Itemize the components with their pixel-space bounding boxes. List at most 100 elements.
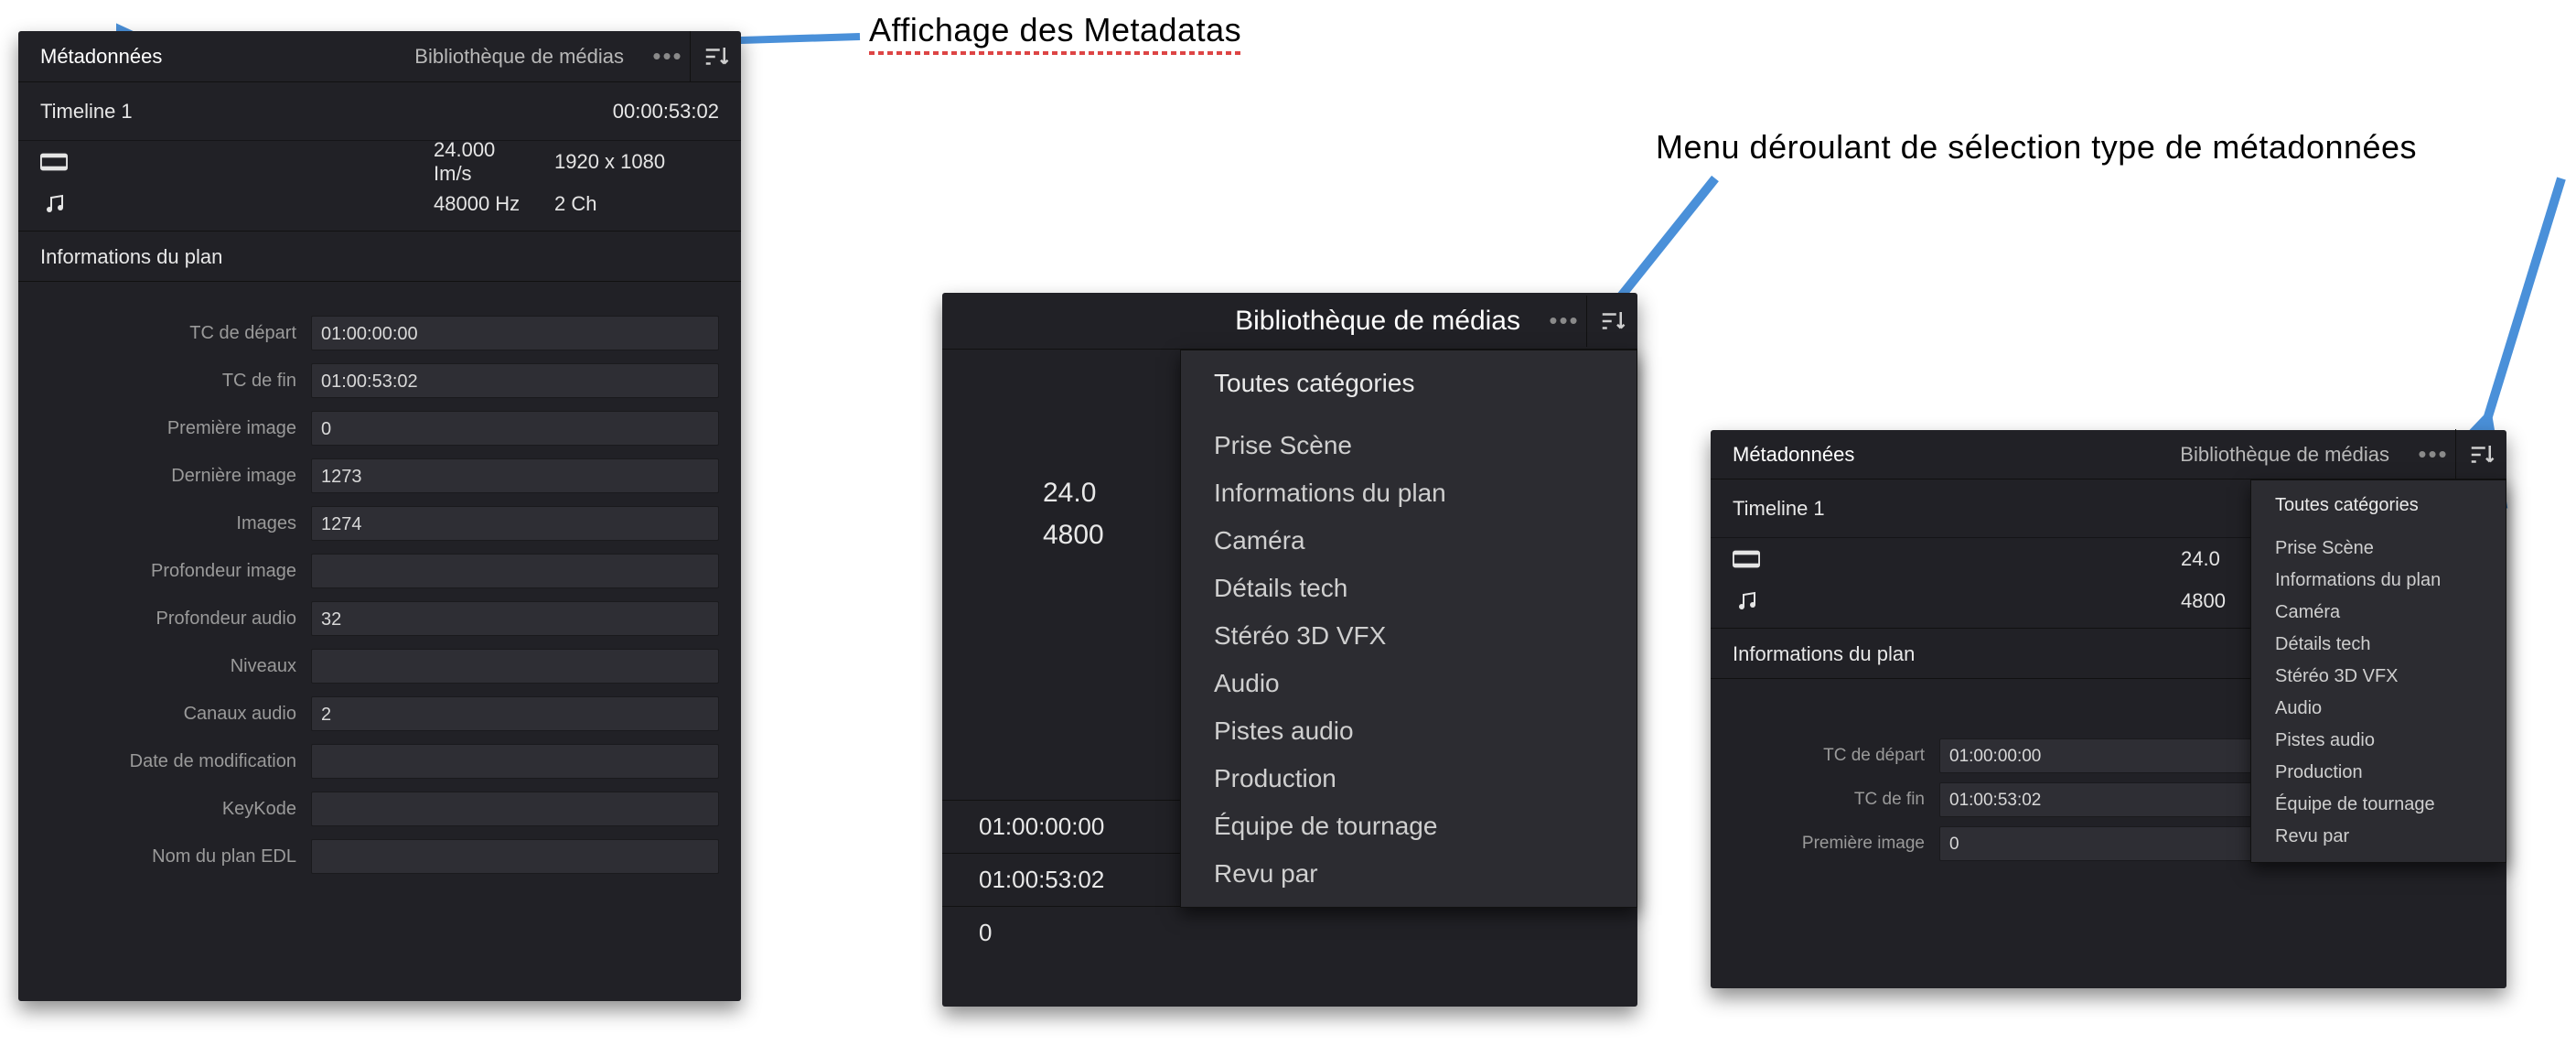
menu-item-all[interactable]: Toutes catégories [2251, 490, 2506, 522]
menu-item-stereo-vfx[interactable]: Stéréo 3D VFX [1181, 612, 1637, 660]
menu-item-clip-info[interactable]: Informations du plan [1181, 469, 1637, 517]
field-frames: Images1274 [18, 500, 741, 547]
fields-list: TC de départ01:00:00:00 TC de fin01:00:5… [18, 282, 741, 880]
field-value[interactable] [311, 554, 719, 588]
sort-icon [2468, 441, 2496, 469]
metadata-panel-a: Métadonnées Bibliothèque de médias ••• T… [18, 31, 741, 1001]
field-label: Première image [1711, 834, 1939, 854]
menu-item-reviewed-by[interactable]: Revu par [1181, 850, 1637, 898]
sort-dropdown-button[interactable] [1586, 296, 1637, 347]
music-icon [1733, 590, 1787, 612]
menu-item-tech-details[interactable]: Détails tech [1181, 565, 1637, 612]
panel-header: Métadonnées Bibliothèque de médias ••• [1711, 430, 2506, 479]
field-label: TC de départ [1711, 746, 1939, 766]
field-image-depth: Profondeur image [18, 547, 741, 595]
field-value[interactable]: 1274 [311, 506, 719, 541]
metadata-panel-b: Bibliothèque de médias ••• 24.0 4800 01:… [942, 293, 1637, 1007]
field-value[interactable]: 0 [311, 411, 719, 446]
field-value[interactable]: 2 [311, 696, 719, 731]
menu-item-clip-info[interactable]: Informations du plan [2251, 565, 2506, 597]
field-label: TC de fin [18, 371, 311, 392]
menu-item-audio[interactable]: Audio [2251, 693, 2506, 725]
tab-media-library[interactable]: Bibliothèque de médias [1213, 296, 1542, 347]
field-label: Nom du plan EDL [18, 846, 311, 867]
menu-item-audio-tracks[interactable]: Pistes audio [1181, 707, 1637, 755]
annotation-text: Menu déroulant de sélection type de méta… [1656, 128, 2417, 166]
annotation-display-metadata: Affichage des Metadatas [869, 11, 1241, 55]
panel-header: Bibliothèque de médias ••• [942, 293, 1637, 350]
menu-item-stereo-vfx[interactable]: Stéréo 3D VFX [2251, 661, 2506, 693]
field-value[interactable] [311, 792, 719, 826]
n-value: 0 [942, 919, 992, 947]
field-label: Images [18, 513, 311, 534]
field-label: Niveaux [18, 656, 311, 677]
video-info-row: 24.000 Im/s 1920 x 1080 [18, 141, 741, 183]
field-label: Date de modification [18, 751, 311, 772]
field-label: Première image [18, 418, 311, 439]
field-value[interactable]: 32 [311, 601, 719, 636]
field-label: Dernière image [18, 466, 311, 487]
field-label: KeyKode [18, 799, 311, 820]
metadata-panel-c: Métadonnées Bibliothèque de médias ••• T… [1711, 430, 2506, 988]
menu-item-shot-scene[interactable]: Prise Scène [2251, 533, 2506, 565]
tab-media-library[interactable]: Bibliothèque de médias [2158, 429, 2411, 480]
timeline-name: Timeline 1 [40, 100, 133, 124]
field-label: Profondeur image [18, 561, 311, 582]
timeline-name: Timeline 1 [1733, 497, 1825, 521]
menu-item-camera[interactable]: Caméra [1181, 517, 1637, 565]
field-label: TC de départ [18, 323, 311, 344]
annotation-underline [869, 51, 1241, 55]
menu-item-shot-scene[interactable]: Prise Scène [1181, 422, 1637, 469]
field-label: Profondeur audio [18, 609, 311, 630]
sort-icon [703, 43, 730, 70]
field-value[interactable] [311, 744, 719, 779]
timeline-summary-row: Timeline 1 00:00:53:02 [18, 82, 741, 141]
row-n: 0 [942, 906, 1637, 959]
tab-metadata[interactable]: Métadonnées [18, 31, 184, 82]
menu-item-audio[interactable]: Audio [1181, 660, 1637, 707]
metadata-category-menu: Toutes catégories Prise Scène Informatio… [1180, 350, 1637, 908]
field-label: Canaux audio [18, 704, 311, 725]
field-tc-end: TC de fin01:00:53:02 [18, 357, 741, 404]
film-icon [1733, 548, 1787, 570]
field-label: TC de fin [1711, 790, 1939, 810]
field-audio-channels: Canaux audio2 [18, 690, 741, 738]
menu-item-camera[interactable]: Caméra [2251, 597, 2506, 629]
tc-value: 01:00:00:00 [942, 813, 1143, 841]
sort-dropdown-button[interactable] [690, 31, 741, 82]
field-tc-start: TC de départ01:00:00:00 [18, 309, 741, 357]
more-options-button[interactable]: ••• [2411, 440, 2455, 469]
more-options-button[interactable]: ••• [646, 42, 690, 70]
field-last-frame: Dernière image1273 [18, 452, 741, 500]
more-options-button[interactable]: ••• [1542, 307, 1586, 335]
menu-item-reviewed-by[interactable]: Revu par [2251, 821, 2506, 853]
annotation-dropdown-menu: Menu déroulant de sélection type de méta… [1656, 128, 2417, 167]
tab-media-library[interactable]: Bibliothèque de médias [392, 31, 646, 82]
field-value[interactable] [311, 649, 719, 684]
menu-item-tech-details[interactable]: Détails tech [2251, 629, 2506, 661]
menu-item-crew[interactable]: Équipe de tournage [1181, 803, 1637, 850]
menu-item-crew[interactable]: Équipe de tournage [2251, 789, 2506, 821]
video-resolution: 1920 x 1080 [536, 150, 719, 174]
menu-item-production[interactable]: Production [2251, 757, 2506, 789]
field-value[interactable] [311, 839, 719, 874]
audio-hz: 48000 Hz [95, 192, 536, 216]
field-first-frame: Première image0 [18, 404, 741, 452]
menu-item-production[interactable]: Production [1181, 755, 1637, 803]
field-value[interactable]: 01:00:53:02 [311, 363, 719, 398]
film-icon [40, 151, 95, 173]
menu-item-audio-tracks[interactable]: Pistes audio [2251, 725, 2506, 757]
field-mod-date: Date de modification [18, 738, 741, 785]
field-value[interactable]: 1273 [311, 458, 719, 493]
field-levels: Niveaux [18, 642, 741, 690]
field-edl-name: Nom du plan EDL [18, 833, 741, 880]
audio-info-row: 48000 Hz 2 Ch [18, 183, 741, 225]
tab-metadata[interactable]: Métadonnées [1711, 429, 1876, 480]
metadata-category-menu: Toutes catégories Prise Scène Informatio… [2250, 479, 2506, 863]
annotation-text: Affichage des Metadatas [869, 11, 1241, 48]
menu-item-all[interactable]: Toutes catégories [1181, 360, 1637, 407]
sort-dropdown-button[interactable] [2455, 429, 2506, 480]
field-value[interactable]: 01:00:00:00 [311, 316, 719, 350]
timeline-duration: 00:00:53:02 [613, 100, 719, 124]
music-icon [40, 193, 95, 215]
